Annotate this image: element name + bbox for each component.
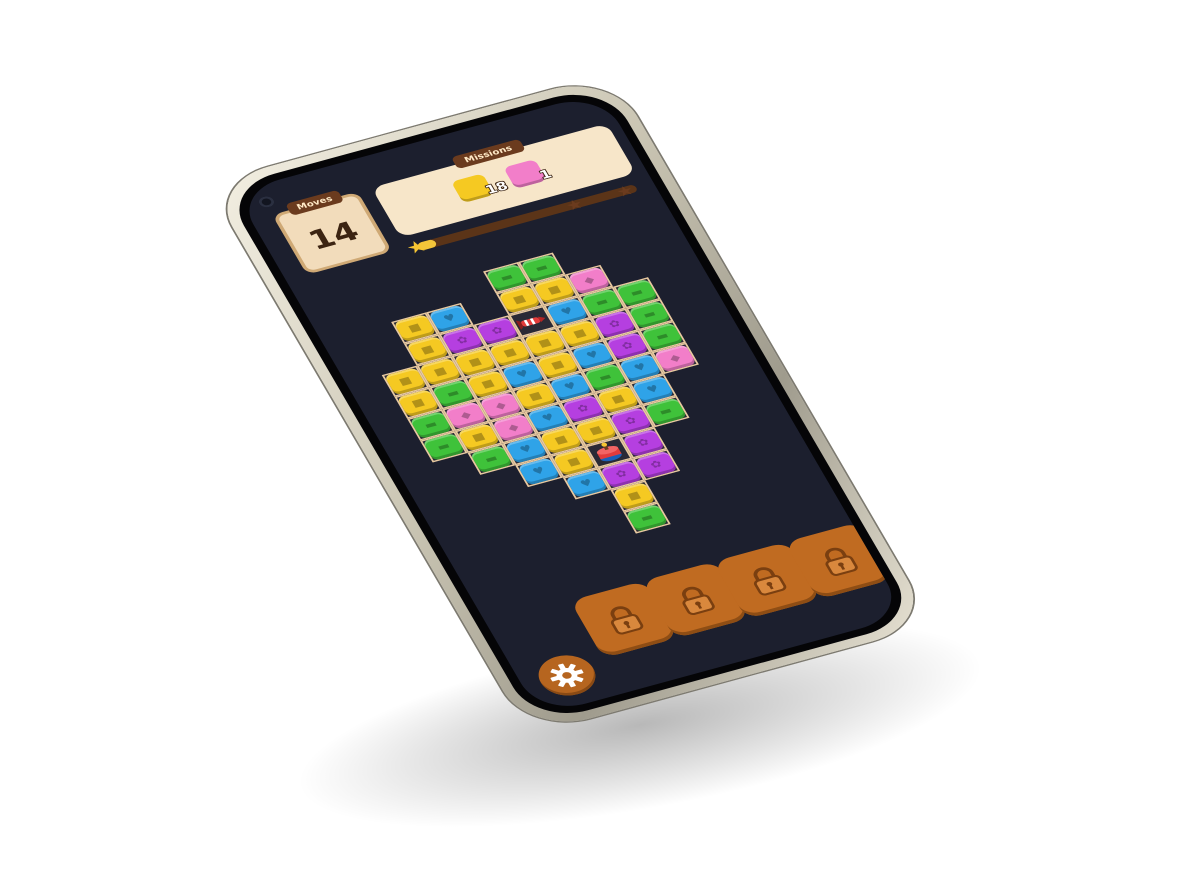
purple-tile-icon: ✿ [622, 414, 639, 428]
blue-tile-icon: ♥ [517, 442, 535, 456]
yellow-tile-icon: ■ [548, 358, 567, 372]
moves-counter: 14 [302, 215, 365, 256]
purple-tile-icon: ✿ [454, 333, 471, 347]
settings-button[interactable] [529, 649, 605, 702]
padlock-icon [610, 606, 644, 635]
yellow-tile-icon: ■ [396, 374, 414, 388]
blue-tile-icon: ♥ [644, 382, 662, 396]
purple-tile-icon: ✿ [648, 457, 665, 471]
yellow-tile-icon: ■ [405, 321, 424, 335]
green-tile-icon: ▬ [482, 452, 500, 466]
blue-tile-icon: ♥ [631, 360, 649, 374]
green-tile-icon: ▬ [497, 270, 516, 284]
progress-marker-icon: ★ [612, 181, 638, 201]
purple-tile-icon: ✿ [619, 339, 636, 352]
gear-icon [550, 663, 584, 688]
yellow-tile-icon: ■ [510, 292, 528, 306]
yellow-tile-icon: ■ [587, 423, 605, 437]
yellow-tile-icon: ■ [409, 396, 427, 410]
green-tile-icon: ▬ [434, 439, 453, 453]
yellow-tile-icon: ■ [545, 283, 563, 297]
blue-tile-icon: ♥ [530, 464, 548, 478]
blue-tile-icon: ♥ [561, 379, 579, 393]
blue-tile-icon: ♥ [577, 476, 595, 490]
yellow-tile-icon: ■ [609, 392, 627, 406]
purple-tile-icon: ✿ [574, 401, 592, 415]
green-tile-icon: ▬ [422, 417, 440, 432]
green-tile-icon: ▬ [638, 510, 656, 525]
blue-tile-icon: ♥ [584, 348, 601, 362]
front-camera-icon [256, 195, 277, 209]
stage: Moves 14 Missions 18 1 ★ ★ ★ ▬ ▬ ■ ♥ ■ ■ ◆ ■ ✿ ✿ ♥… [0, 0, 1186, 890]
yellow-tile-icon: ■ [469, 430, 488, 444]
green-tile-icon: ▬ [593, 295, 611, 309]
pink-tile-icon: ◆ [581, 273, 597, 287]
yellow-tile-icon: ■ [479, 377, 497, 391]
pink-tile-icon: ◆ [667, 351, 683, 365]
pink-tile-icon: ◆ [492, 399, 509, 412]
green-tile-icon: ▬ [596, 370, 614, 384]
star-icon: ★ [402, 235, 432, 259]
yellow-tile-icon: ■ [526, 389, 545, 403]
padlock-icon [825, 547, 858, 576]
blue-tile-icon: ♥ [514, 367, 532, 381]
green-tile-icon: ▬ [532, 261, 551, 275]
progress-marker-icon: ★ [562, 195, 587, 215]
blue-tile-icon: ♥ [441, 311, 458, 325]
green-tile-icon: ▬ [640, 307, 659, 321]
phone: Moves 14 Missions 18 1 ★ ★ ★ ▬ ▬ ■ ♥ ■ ■ ◆ ■ ✿ ✿ ♥… [207, 72, 934, 735]
yellow-tile-icon: ■ [418, 342, 437, 357]
yellow-tile-icon: ■ [570, 326, 589, 340]
moves-label: Moves [285, 189, 345, 216]
green-tile-icon: ▬ [653, 329, 671, 343]
pink-tile-icon: ◆ [505, 421, 521, 434]
purple-tile-icon: ✿ [635, 436, 652, 449]
blue-tile-icon: ♥ [539, 411, 557, 425]
padlock-icon [682, 586, 715, 615]
padlock-icon [753, 567, 787, 596]
purple-tile-icon: ✿ [606, 317, 623, 331]
purple-tile-icon: ✿ [489, 324, 506, 337]
green-tile-icon: ▬ [656, 404, 675, 418]
yellow-tile-icon: ■ [501, 345, 519, 359]
yellow-tile-icon: ■ [431, 364, 449, 378]
green-tile-icon: ▬ [444, 386, 462, 400]
yellow-tile-icon: ■ [466, 355, 484, 369]
blue-tile-icon: ♥ [558, 304, 576, 318]
yellow-tile-icon: ■ [564, 454, 583, 469]
moves-panel: Moves 14 [272, 189, 393, 275]
green-tile-icon: ▬ [628, 285, 646, 299]
yellow-tile-icon: ■ [536, 336, 554, 350]
pink-tile-icon: ◆ [458, 408, 474, 422]
yellow-tile-icon: ■ [625, 489, 643, 503]
purple-tile-icon: ✿ [613, 467, 630, 481]
yellow-tile-icon: ■ [552, 433, 570, 447]
